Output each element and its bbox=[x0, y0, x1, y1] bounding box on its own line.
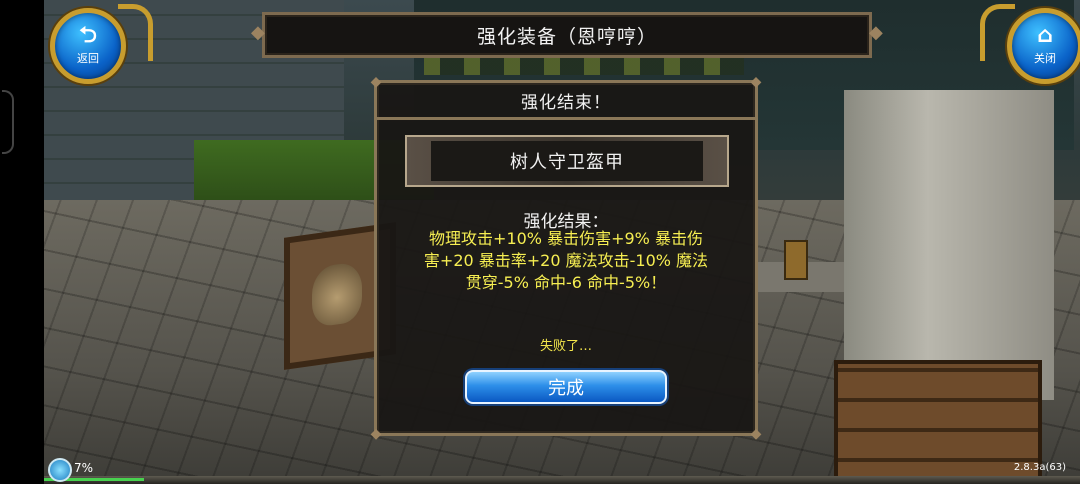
wooden-crate bbox=[834, 360, 1042, 484]
enhance-result-dialog: ◆ ◆ ◆ ◆ 强化结束！ 树人守卫盔甲 强化结果： 物理攻击+10% 暴击伤害… bbox=[371, 74, 762, 442]
roof-awning bbox=[424, 55, 744, 75]
corner-ornament: ◆ bbox=[370, 426, 382, 442]
bottom-status-bar bbox=[44, 476, 1080, 484]
version-label: 2.8.3a(63) bbox=[1013, 462, 1066, 473]
back-label: 返回 bbox=[77, 52, 99, 65]
result-line: 害+20 暴击率+20 魔法攻击-10% 魔法 bbox=[423, 251, 709, 270]
status-percent: 7% bbox=[74, 461, 94, 475]
stone-pillar bbox=[844, 90, 1054, 400]
result-stats: 物理攻击+10% 暴击伤害+9% 暴击伤 害+20 暴击率+20 魔法攻击-10… bbox=[387, 228, 745, 294]
fail-message: 失败了… bbox=[539, 339, 592, 354]
title-ornament-left: ◆ bbox=[251, 22, 266, 43]
close-label: 关闭 bbox=[1034, 52, 1056, 65]
page-title: 强化装备（恩哼哼） bbox=[476, 25, 657, 48]
lantern bbox=[784, 240, 808, 280]
back-button[interactable]: ⮌ 返回 bbox=[50, 8, 126, 84]
result-line: 贯穿-5% 命中-6 命中-5%！ bbox=[465, 273, 667, 292]
page-title-bar: ◆ 强化装备（恩哼哼） ◆ bbox=[251, 12, 883, 58]
corner-ornament: ◆ bbox=[750, 426, 762, 442]
dialog-title: 强化结束！ bbox=[377, 83, 755, 120]
money-bag-icon bbox=[312, 260, 362, 328]
left-edge-bar bbox=[0, 0, 44, 484]
return-arrow-icon: ⮌ bbox=[79, 23, 97, 48]
item-name: 树人守卫盔甲 bbox=[431, 141, 703, 181]
item-name-box: 树人守卫盔甲 bbox=[405, 135, 729, 187]
result-line: 物理攻击+10% 暴击伤害+9% 暴击伤 bbox=[429, 229, 703, 248]
close-button[interactable]: ⌂ 关闭 bbox=[1007, 8, 1080, 84]
home-icon: ⌂ bbox=[1037, 23, 1053, 48]
signal-status-icon[interactable] bbox=[48, 458, 72, 482]
title-ornament-right: ◆ bbox=[869, 22, 884, 43]
done-button[interactable]: 完成 bbox=[465, 370, 667, 404]
side-handle[interactable] bbox=[2, 90, 14, 154]
